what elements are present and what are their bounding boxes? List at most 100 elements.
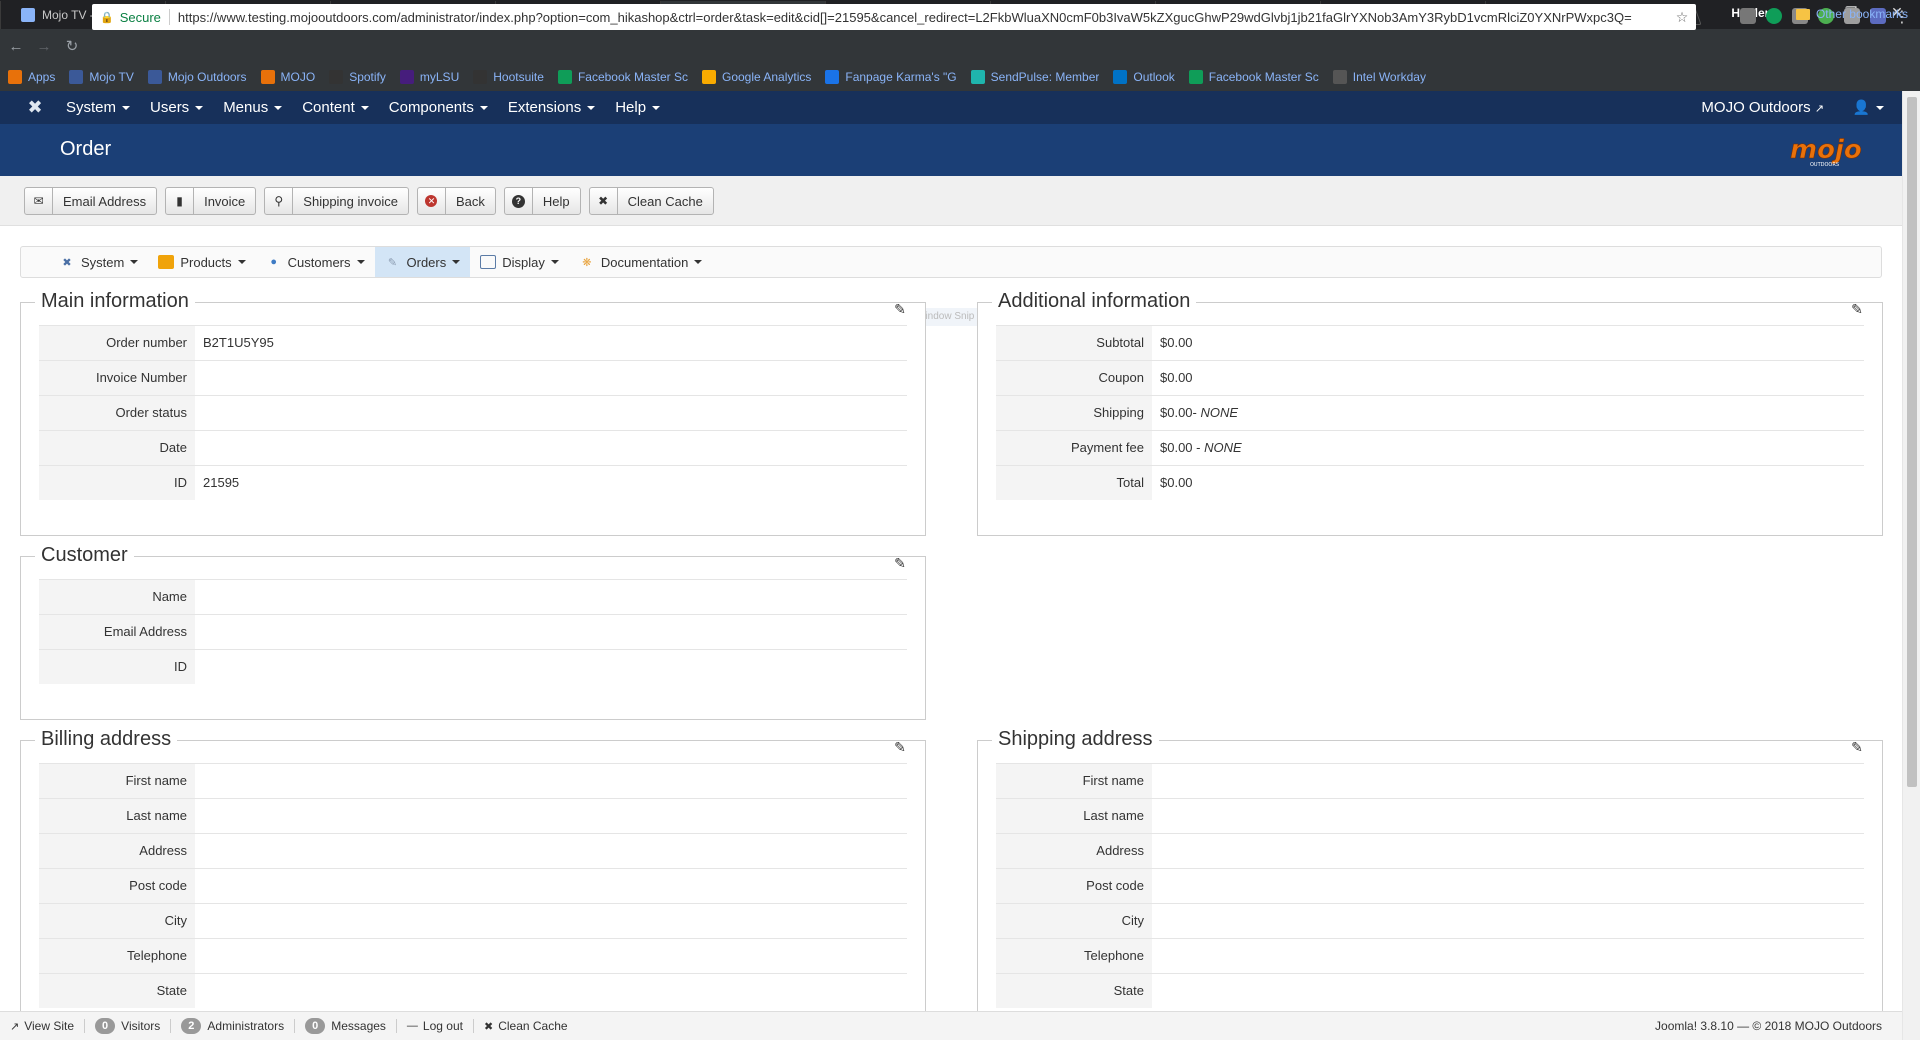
bookmark-item[interactable]: Facebook Master Sc [557,70,688,84]
hangouts-extension-icon[interactable] [1766,8,1782,24]
bookmark-item[interactable]: Mojo TV [69,70,134,84]
row-value [195,396,907,430]
broom-icon: ✖ [590,188,618,214]
url-omnibox[interactable]: 🔒 Secure https://www.testing.mojooutdoor… [92,4,1696,30]
row-value [1152,764,1864,798]
admin-menu-system[interactable]: System [66,99,131,116]
forward-arrow-icon[interactable]: → [32,38,56,55]
additional-information-panel: Additional information ✎ Subtotal $0.00 Co… [977,290,1883,536]
logout-link[interactable]: — Log out [407,1019,463,1033]
info-row: Address [39,833,907,868]
administrators-link[interactable]: 2 Administrators [181,1018,284,1034]
back-arrow-icon[interactable]: ← [4,38,28,55]
bookmark-item[interactable]: Intel Workday [1332,70,1426,84]
shipping-address-rows: First name Last name Address Post code City T… [996,763,1864,1008]
owl-icon [473,70,488,84]
email-address-button[interactable]: ✉ Email Address [24,187,158,215]
wrench-icon: ✖ [62,256,72,269]
row-value [195,799,907,833]
clean-cache-button[interactable]: ✖ Clean Cache [588,187,714,215]
admin-menu-components[interactable]: Components [389,99,488,116]
bookmark-label: Fanpage Karma's "G [845,70,957,84]
admin-menu-label: Menus [223,99,269,116]
info-row: Last name [996,798,1864,833]
bookmark-label: myLSU [419,70,460,84]
hika-menu-display[interactable]: Display [470,247,569,277]
address-bar: ← → ↻ [0,29,1920,63]
admin-menu-help[interactable]: Help [615,99,661,116]
messages-link[interactable]: 0 Messages [305,1018,386,1034]
reload-icon[interactable]: ↻ [60,37,84,55]
facebook-icon [69,70,84,84]
row-value-note: NONE [1204,440,1242,455]
user-menu[interactable]: 👤 [1853,99,1884,116]
bookmark-item[interactable]: Spotify [329,70,386,84]
site-link[interactable]: MOJO Outdoors ↗ [1701,99,1824,116]
scrollbar-thumb[interactable] [1907,97,1917,787]
admin-menu-menus[interactable]: Menus [223,99,283,116]
row-value [195,869,907,903]
bookmark-item[interactable]: MOJO [260,70,315,84]
back-button[interactable]: ✕ Back [416,187,496,215]
url-text[interactable]: https://www.testing.mojooutdoors.com/adm… [178,10,1668,25]
bookmark-item[interactable]: SendPulse: Member [970,70,1099,84]
secure-label[interactable]: Secure [120,10,161,25]
row-value: $0.00 [1152,466,1864,500]
bookmark-item[interactable]: Google Analytics [701,70,811,84]
help-button[interactable]: ? Help [503,187,581,215]
status-clean-cache-link[interactable]: ✖ Clean Cache [484,1019,568,1033]
bookmark-item[interactable]: Fanpage Karma's "G [825,70,957,84]
lock-icon[interactable]: 🔒 [100,11,114,24]
edit-shipping-icon[interactable]: ✎ [1848,738,1866,756]
cancel-icon: ✕ [418,188,446,214]
other-bookmarks[interactable]: Other bookmarks [1795,7,1908,21]
external-link-icon: ↗ [1814,103,1824,115]
joomla-logo-icon[interactable]: ✖ [20,97,50,118]
row-value [195,580,907,614]
admin-menu-content[interactable]: Content [302,99,369,116]
shipping-invoice-button[interactable]: ⚲ Shipping invoice [264,187,409,215]
visitors-link[interactable]: 0 Visitors [95,1018,160,1034]
admin-menu-label: Help [615,99,647,116]
info-row: ID [39,649,907,684]
info-row: Last name [39,798,907,833]
bookmark-item[interactable]: Facebook Master Sc [1188,70,1319,84]
row-label: ID [39,466,195,500]
row-label: Last name [39,799,195,833]
logout-label: Log out [422,1019,463,1033]
mojo-logo: mojo OUTDOORS [1790,135,1862,168]
hika-menu-orders[interactable]: ✎ Orders [374,247,471,277]
row-label: Telephone [39,939,195,973]
edit-main-info-icon[interactable]: ✎ [891,300,909,318]
info-row: Coupon $0.00 [996,360,1864,395]
bookmark-item[interactable]: Apps [8,70,55,84]
bookmark-item[interactable]: Mojo Outdoors [147,70,247,84]
bookmark-item[interactable]: Outlook [1113,70,1175,84]
hika-menu-documentation[interactable]: ❋ Documentation [569,247,712,277]
row-value [1152,834,1864,868]
pen-extension-icon[interactable] [1740,8,1756,24]
hika-menu-system[interactable]: ✖ System [49,247,148,277]
row-value: $0.00 [1152,361,1864,395]
edit-billing-icon[interactable]: ✎ [891,738,909,756]
bookmark-item[interactable]: myLSU [399,70,460,84]
info-row: Post code [39,868,907,903]
bookmark-star-icon[interactable]: ☆ [1668,9,1696,26]
row-label: Order number [39,326,195,360]
messages-label: Messages [331,1019,386,1033]
admin-menu-extensions[interactable]: Extensions [508,99,596,116]
edit-additional-info-icon[interactable]: ✎ [1848,300,1866,318]
envelope-icon: ✉ [25,188,53,214]
page-scrollbar[interactable] [1902,91,1920,1040]
admin-menu-label: Components [388,99,474,116]
hika-menu-products[interactable]: Products [148,247,255,277]
bookmark-item[interactable]: Hootsuite [473,70,544,84]
hika-menu-customers[interactable]: ● Customers [256,247,375,277]
minus-icon: — [406,1020,418,1032]
invoice-button[interactable]: ▮ Invoice [165,187,257,215]
admin-menu-users[interactable]: Users [150,99,204,116]
view-site-link[interactable]: ↗ View Site [10,1019,74,1033]
bookmark-label: Hootsuite [493,70,544,84]
row-label: Payment fee [996,431,1152,465]
edit-customer-icon[interactable]: ✎ [891,554,909,572]
